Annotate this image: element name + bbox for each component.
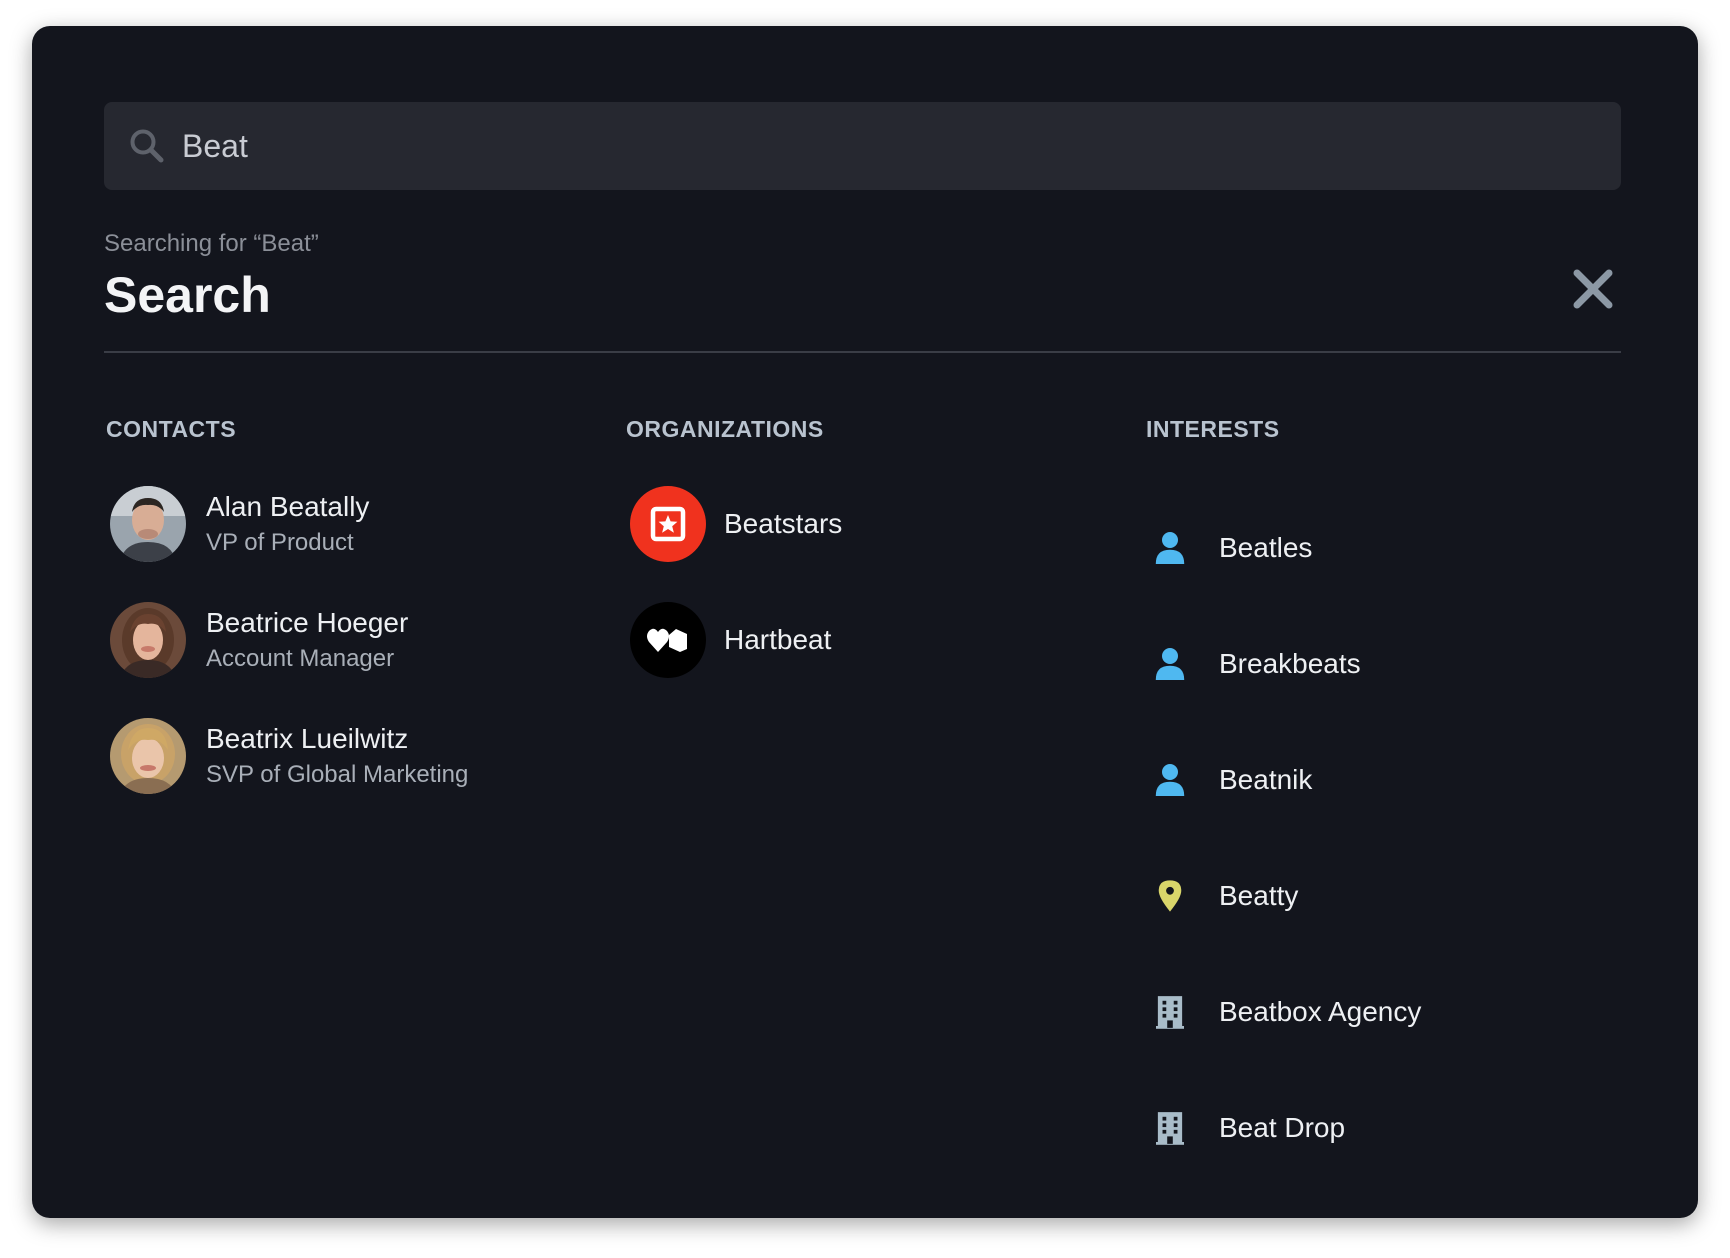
interest-name: Beatles (1219, 532, 1313, 563)
search-icon (130, 129, 164, 163)
person-icon (1150, 644, 1190, 684)
contact-role: SVP of Global Marketing (206, 761, 469, 788)
interest-name: Beatnik (1219, 764, 1313, 795)
interest-item[interactable]: Breakbeats (1150, 644, 1361, 684)
contacts-heading: CONTACTS (106, 416, 237, 442)
interests-heading: INTERESTS (1146, 416, 1280, 442)
building-icon (1150, 1108, 1190, 1148)
interest-item[interactable]: Beatles (1150, 528, 1312, 568)
search-panel: Searching for “Beat” Search CONTACTS ORG… (32, 26, 1698, 1218)
organization-name: Hartbeat (724, 624, 832, 655)
person-icon (1150, 760, 1190, 800)
contact-name: Beatrice Hoeger (206, 607, 409, 638)
building-icon (1150, 992, 1190, 1032)
avatar (110, 602, 186, 678)
contact-role: VP of Product (206, 529, 354, 556)
location-pin-icon (1150, 876, 1190, 916)
interest-name: Beatbox Agency (1219, 996, 1422, 1027)
person-icon (1150, 528, 1190, 568)
interest-item[interactable]: Beatnik (1150, 760, 1312, 800)
page-title: Search (104, 267, 271, 323)
organization-item[interactable]: Hartbeat (630, 602, 831, 678)
avatar (110, 486, 186, 562)
contact-item[interactable]: Beatrix Lueilwitz SVP of Global Marketin… (110, 718, 468, 794)
divider (104, 351, 1621, 353)
interest-item[interactable]: Beatbox Agency (1150, 992, 1421, 1032)
search-bar[interactable] (104, 102, 1621, 190)
organization-item[interactable]: Beatstars (630, 486, 842, 562)
avatar (110, 718, 186, 794)
interest-name: Breakbeats (1219, 648, 1361, 679)
close-icon[interactable] (1570, 266, 1616, 312)
organization-name: Beatstars (724, 508, 843, 539)
contact-name: Beatrix Lueilwitz (206, 723, 409, 754)
interest-name: Beatty (1219, 880, 1299, 911)
contact-item[interactable]: Beatrice Hoeger Account Manager (110, 602, 408, 678)
interest-name: Beat Drop (1219, 1112, 1346, 1143)
contact-item[interactable]: Alan Beatally VP of Product (110, 486, 369, 562)
interest-item[interactable]: Beat Drop (1150, 1108, 1345, 1148)
organizations-heading: ORGANIZATIONS (626, 416, 824, 442)
interest-item[interactable]: Beatty (1150, 876, 1298, 916)
contact-name: Alan Beatally (206, 491, 370, 522)
search-subtitle: Searching for “Beat” (104, 230, 319, 257)
search-input[interactable] (182, 102, 1582, 190)
beatstars-logo-icon (630, 486, 706, 562)
hartbeat-logo-icon (630, 602, 706, 678)
contact-role: Account Manager (206, 645, 395, 672)
